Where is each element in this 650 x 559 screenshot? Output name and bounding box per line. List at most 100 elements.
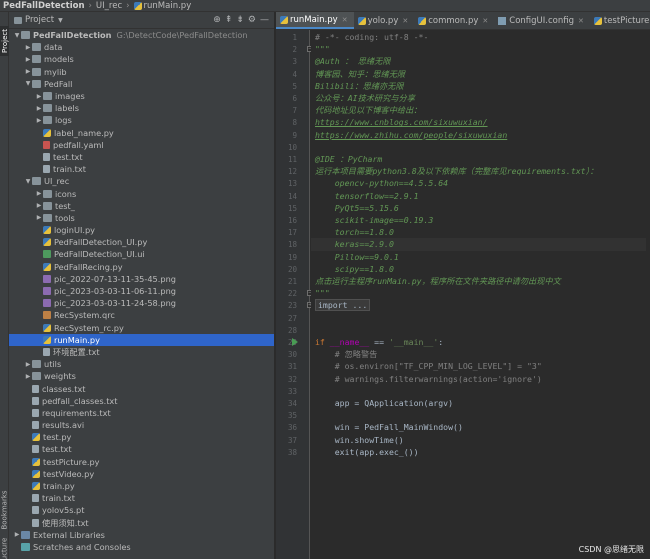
- tree-folder-item[interactable]: ▼ PedFallDetection G:\DetectCode\PedFallDe…: [9, 29, 274, 41]
- code-token[interactable]: https://www.cnblogs.com/sixuwuxian/: [315, 117, 488, 127]
- chevron-right-icon[interactable]: ▶: [35, 93, 43, 100]
- breadcrumb-file[interactable]: runMain.py: [144, 1, 192, 11]
- tree-folder-item[interactable]: ▶ logs: [9, 114, 274, 126]
- tree-file-item[interactable]: 环境配置.txt: [9, 346, 274, 358]
- chevron-down-icon[interactable]: ▼: [24, 178, 32, 185]
- chevron-right-icon[interactable]: ▶: [24, 56, 32, 63]
- gear-icon[interactable]: ⚙: [248, 15, 256, 25]
- tree-file-item[interactable]: PedFallRecing.py: [9, 261, 274, 273]
- tree-folder-item[interactable]: ▼ UI_rec: [9, 175, 274, 187]
- code-line: Pillow==9.0.1: [315, 251, 399, 263]
- chevron-right-icon[interactable]: ▶: [24, 361, 32, 368]
- tree-folder-item[interactable]: ▶ data: [9, 41, 274, 53]
- tree-file-item[interactable]: results.avi: [9, 419, 274, 431]
- tree-file-item[interactable]: RecSystem_rc.py: [9, 322, 274, 334]
- chevron-right-icon[interactable]: ▶: [24, 68, 32, 75]
- chevron-right-icon[interactable]: ▶: [24, 44, 32, 51]
- tree-file-item[interactable]: RecSystem.qrc: [9, 309, 274, 321]
- bookmarks-tool-button[interactable]: Bookmarks: [0, 490, 9, 530]
- tree-item-label: yolov5s.pt: [42, 505, 85, 516]
- tree-folder-item[interactable]: ▶ mylib: [9, 66, 274, 78]
- breadcrumb-folder[interactable]: UI_rec: [96, 1, 122, 11]
- tree-file-item[interactable]: testVideo.py: [9, 468, 274, 480]
- code-line: @Auth ： 思绪无限: [315, 55, 390, 67]
- code-editor[interactable]: # -*- coding: utf-8 -*- """ @Auth ： 思绪无限 博客…: [311, 30, 650, 559]
- tree-file-item[interactable]: testPicture.py: [9, 456, 274, 468]
- tree-file-item[interactable]: train.py: [9, 480, 274, 492]
- tree-file-item[interactable]: runMain.py: [9, 333, 274, 346]
- editor-tab[interactable]: common.py ✕: [414, 12, 494, 29]
- txt-icon: [32, 396, 39, 405]
- tree-file-item[interactable]: classes.txt: [9, 382, 274, 394]
- tree-file-item[interactable]: test.txt: [9, 151, 274, 163]
- txt-icon: [32, 421, 39, 430]
- chevron-down-icon[interactable]: ▼: [24, 80, 32, 87]
- tree-item-label: weights: [44, 371, 76, 382]
- hide-icon[interactable]: —: [260, 15, 269, 25]
- chevron-down-icon[interactable]: ▼: [13, 32, 21, 39]
- tree-folder-item[interactable]: ▶ test_: [9, 200, 274, 212]
- tree-item-label: utils: [44, 359, 62, 370]
- expand-all-icon[interactable]: ⇟: [236, 15, 244, 25]
- tree-file-item[interactable]: requirements.txt: [9, 407, 274, 419]
- chevron-right-icon[interactable]: ▶: [35, 214, 43, 221]
- close-icon[interactable]: ✕: [402, 17, 408, 25]
- tree-file-item[interactable]: pedfall.yaml: [9, 139, 274, 151]
- tree-file-item[interactable]: pic_2022-07-13-11-35-45.png: [9, 273, 274, 285]
- tree-folder-item[interactable]: ▶ images: [9, 90, 274, 102]
- target-icon[interactable]: ⊕: [213, 15, 221, 25]
- tree-file-item[interactable]: PedFallDetection_UI.ui: [9, 248, 274, 260]
- code-token[interactable]: https://www.zhihu.com/people/sixuwuxian: [315, 130, 507, 140]
- chevron-right-icon[interactable]: ▶: [35, 202, 43, 209]
- structure-tool-button[interactable]: Structure: [0, 537, 9, 559]
- tree-file-item[interactable]: PedFallDetection_UI.py: [9, 236, 274, 248]
- config-file-icon: [498, 16, 507, 25]
- tree-file-item[interactable]: test.txt: [9, 443, 274, 455]
- chevron-down-icon[interactable]: ▼: [58, 17, 63, 24]
- chevron-right-icon[interactable]: ▶: [24, 373, 32, 380]
- breadcrumb-project[interactable]: PedFallDetection: [3, 1, 85, 11]
- tree-file-item[interactable]: loginUI.py: [9, 224, 274, 236]
- code-line: # warnings.filterwarnings(action='ignore…: [315, 373, 542, 385]
- tree-file-item[interactable]: yolov5s.pt: [9, 504, 274, 516]
- tree-file-item[interactable]: 使用须知.txt: [9, 517, 274, 529]
- tree-file-item[interactable]: train.txt: [9, 492, 274, 504]
- tree-folder-item[interactable]: ▼ PedFall: [9, 78, 274, 90]
- tree-file-item[interactable]: pedfall_classes.txt: [9, 395, 274, 407]
- tree-folder-item[interactable]: ▶ utils: [9, 358, 274, 370]
- tree-folder-item[interactable]: ▶ models: [9, 53, 274, 65]
- folded-code-region[interactable]: import ...: [315, 299, 371, 312]
- close-icon[interactable]: ✕: [342, 16, 348, 24]
- tab-label: yolo.py: [367, 15, 399, 26]
- py-icon: [43, 335, 51, 344]
- chevron-right-icon[interactable]: ▶: [35, 117, 43, 124]
- run-icon[interactable]: [292, 338, 298, 346]
- tree-file-item[interactable]: Scratches and Consoles: [9, 541, 274, 553]
- chevron-right-icon[interactable]: ▶: [13, 531, 21, 538]
- project-tool-button[interactable]: Project: [0, 26, 9, 56]
- code-token: if: [315, 337, 330, 347]
- tree-file-item[interactable]: ▶ External Libraries: [9, 529, 274, 541]
- tree-file-item[interactable]: pic_2023-03-03-11-24-58.png: [9, 297, 274, 309]
- editor-tab[interactable]: testPicture.py✕: [590, 12, 650, 29]
- tree-folder-item[interactable]: ▶ tools: [9, 212, 274, 224]
- tree-folder-item[interactable]: ▶ weights: [9, 370, 274, 382]
- code-token: 运行本项目需要python3.8及以下依赖库（完整库见requirements.…: [315, 166, 598, 177]
- tree-file-item[interactable]: train.txt: [9, 163, 274, 175]
- close-icon[interactable]: ✕: [578, 17, 584, 25]
- editor-tab[interactable]: yolo.py ✕: [354, 12, 415, 29]
- project-panel-title[interactable]: Project: [25, 15, 54, 25]
- tree-folder-item[interactable]: ▶ labels: [9, 102, 274, 114]
- chevron-right-icon[interactable]: ▶: [35, 105, 43, 112]
- code-line: app = QApplication(argv): [315, 397, 453, 409]
- collapse-all-icon[interactable]: ⇞: [225, 15, 233, 25]
- close-icon[interactable]: ✕: [482, 17, 488, 25]
- tree-folder-item[interactable]: ▶ icons: [9, 187, 274, 199]
- tree-file-item[interactable]: label_name.py: [9, 127, 274, 139]
- editor-tab[interactable]: runMain.py ✕: [276, 12, 354, 29]
- tree-file-item[interactable]: pic_2023-03-03-11-06-11.png: [9, 285, 274, 297]
- chevron-right-icon[interactable]: ▶: [35, 190, 43, 197]
- tree-file-item[interactable]: test.py: [9, 431, 274, 443]
- editor-tab[interactable]: ConfigUI.config ✕: [494, 12, 590, 29]
- tree-item-label: runMain.py: [54, 334, 100, 345]
